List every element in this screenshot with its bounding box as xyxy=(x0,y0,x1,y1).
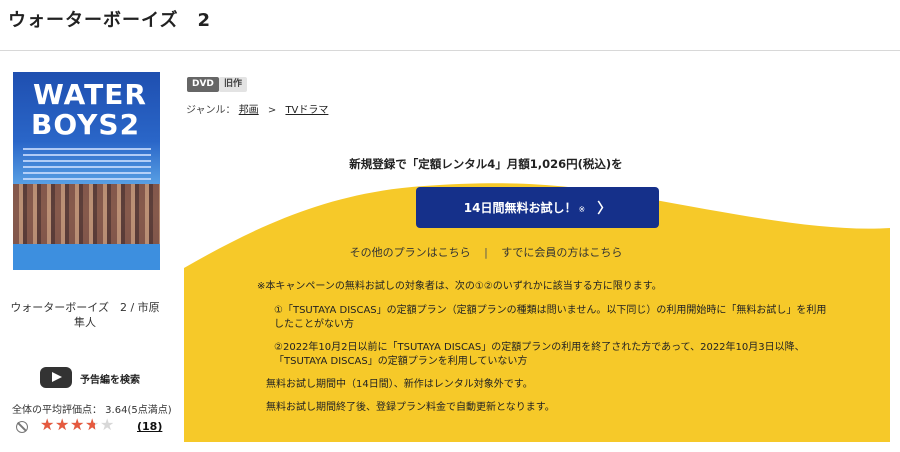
star-fill: ★ xyxy=(40,416,55,434)
poster-cast-photo xyxy=(13,184,160,244)
poster-pool xyxy=(13,244,160,270)
star-fill: ★ xyxy=(55,416,70,434)
star-fill: ★ xyxy=(85,416,95,434)
poster-title-line1: WATER xyxy=(33,78,147,111)
campaign-headline: 新規登録で「定額レンタル4」月額1,026円(税込)を xyxy=(349,157,623,171)
ban-icon[interactable] xyxy=(16,421,28,433)
star-icon: ★★ xyxy=(100,415,115,434)
title-divider xyxy=(0,50,900,51)
review-count-link[interactable]: (18) xyxy=(137,420,162,433)
poster-image[interactable]: WATER BOYS2 xyxy=(13,72,160,270)
free-trial-button[interactable]: 14日間無料お試し！ ※ 〉 xyxy=(416,187,659,228)
genre-separator: > xyxy=(267,105,277,116)
star-icon: ★★ xyxy=(55,415,70,434)
chevron-right-icon: 〉 xyxy=(597,200,612,217)
genre-label: ジャンル： xyxy=(186,105,236,116)
genre-link-child[interactable]: TVドラマ xyxy=(285,105,328,116)
genre-link-parent[interactable]: 邦画 xyxy=(239,105,259,116)
campaign-note-eligibility: ※本キャンペーンの無料お試しの対象者は、次の①②のいずれかに該当する方に限ります… xyxy=(257,281,662,292)
star-fill: ★ xyxy=(70,416,85,434)
dvd-badge: DVD xyxy=(187,77,219,92)
campaign-note-condition-1: ①「TSUTAYA DISCAS」の定額プラン（定額プランの種類は問いません。以… xyxy=(274,305,827,330)
poster-title-line2: BOYS2 xyxy=(31,108,141,141)
campaign-note-condition-2: ②2022年10月2日以前に「TSUTAYA DISCAS」の定額プランの利用を… xyxy=(274,342,805,367)
average-rating: 全体の平均評価点： 3.64(5点満点) xyxy=(12,405,172,416)
star-icon: ★★ xyxy=(40,415,55,434)
free-trial-label: 14日間無料お試し！ xyxy=(463,201,577,215)
work-name[interactable]: ウォーターボーイズ 2 / 市原隼人 xyxy=(10,300,160,330)
other-plans-link[interactable]: その他のプランはこちら xyxy=(350,246,471,259)
member-login-link[interactable]: すでに会員の方はこちら xyxy=(501,246,622,259)
page-title: ウォーターボーイズ 2 xyxy=(8,10,211,31)
link-divider: | xyxy=(484,246,488,259)
plan-links: その他のプランはこちら | すでに会員の方はこちら xyxy=(186,244,786,260)
genre-breadcrumb: ジャンル： 邦画 > TVドラマ xyxy=(186,101,328,116)
poster-credits xyxy=(23,148,151,182)
rating-stars: ★★★★★★★★★★ xyxy=(40,416,115,434)
campaign-note-new-release: 無料お試し期間中（14日間）、新作はレンタル対象外です。 xyxy=(266,379,533,390)
campaign-note-auto-renew: 無料お試し期間終了後、登録プラン料金で自動更新となります。 xyxy=(266,402,555,413)
old-release-badge: 旧作 xyxy=(219,77,248,92)
play-icon[interactable] xyxy=(40,367,72,388)
star-icon: ★★ xyxy=(85,415,100,434)
trailer-search-link[interactable]: 予告編を検索 xyxy=(80,371,140,386)
free-trial-note-mark: ※ xyxy=(578,205,586,214)
star-icon: ★★ xyxy=(70,415,85,434)
